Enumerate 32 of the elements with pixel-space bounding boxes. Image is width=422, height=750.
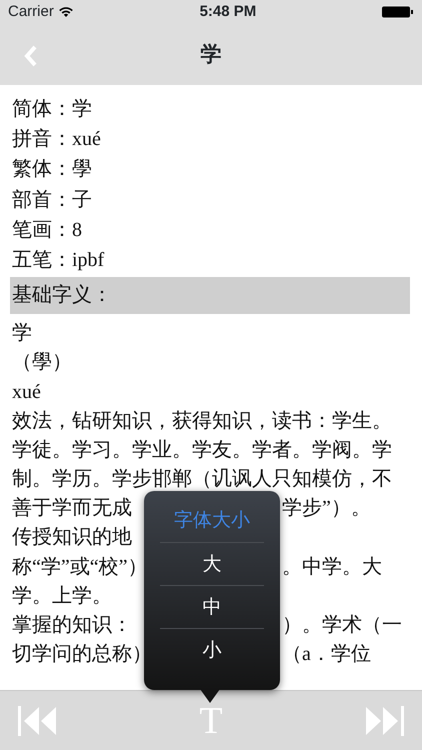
popover-title: 字体大小 [173,509,251,533]
text-line: 繁体：學 [12,158,92,180]
text-line: 效法，钻研知识，获得知识，读书：学生。 [12,410,392,432]
text-line: 学。上学。 [12,584,112,607]
text-line: 笔画：8 [12,218,82,241]
text-line: 。中学。大 [282,554,382,580]
status-time: 5:48 PM [200,2,256,22]
font-size-option[interactable]: 大 [160,542,264,585]
text-line: 掌握的知识： [12,614,132,636]
text-line: 部首：子 [12,188,92,211]
text-line: 传授知识的地 [12,526,132,548]
text-line: 五笔：ipbf [12,248,104,271]
text-line: （學） [12,351,72,374]
text-line: ）。学术（一 [282,613,402,638]
text-line: 学步”）。 [282,496,371,522]
text-line: 学 [12,322,32,344]
text-line: 拼音：xué [12,128,101,150]
section-heading: 基础字义： [10,277,410,314]
text-line: 简体：学 [12,98,92,120]
text-line: 善于学而无成 [12,497,132,520]
carrier-label: Carrier [8,2,54,22]
text-line: 学徒。学习。学业。学友。学者。学阀。学 [12,438,392,461]
text-line: 切学问的总称） [12,643,152,666]
text-line: 称“学”或“校”） [12,556,148,578]
wifi-icon [58,6,74,18]
font-size-option[interactable]: 中 [160,585,264,628]
battery-icon [382,6,414,18]
text-line: xué [12,380,41,402]
text-line: 制。学历。学步邯郸（讥讽人只知模仿，不 [12,468,392,490]
page-title: 学 [200,42,222,68]
text-line: （a．学位 [282,642,371,668]
font-size-option[interactable]: 小 [160,628,264,671]
